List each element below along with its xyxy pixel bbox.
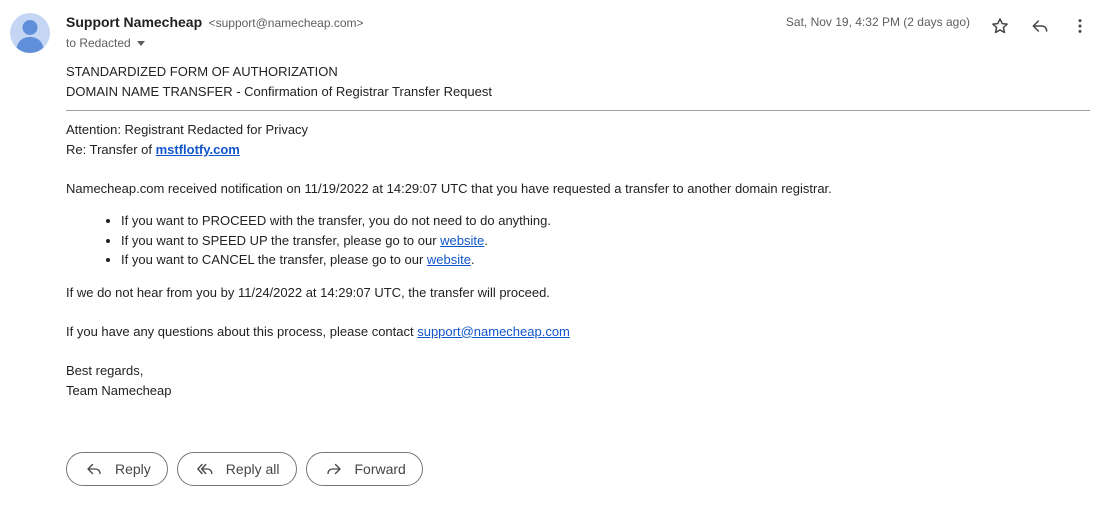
form-heading: STANDARDIZED FORM OF AUTHORIZATION bbox=[66, 64, 338, 79]
chevron-down-icon bbox=[136, 40, 145, 46]
cancel-period: . bbox=[470, 252, 475, 267]
signature-text: Team Namecheap bbox=[66, 382, 172, 398]
sender-avatar[interactable] bbox=[10, 13, 50, 53]
message-header: Support Namecheap <support@namecheap.com… bbox=[66, 14, 1118, 54]
cancel-website-link[interactable]: website bbox=[427, 252, 471, 267]
proceed-text: If you want to PROCEED with the transfer… bbox=[121, 213, 551, 228]
options-list: If you want to PROCEED with the transfer… bbox=[66, 211, 1090, 270]
star-button[interactable] bbox=[988, 14, 1012, 38]
list-item-cancel: If you want to CANCEL the transfer, plea… bbox=[121, 250, 1090, 270]
re-line: Re: Transfer of mstflotfy.com bbox=[66, 140, 1090, 160]
speed-up-period: . bbox=[484, 232, 488, 248]
sender-name[interactable]: Support Namecheap bbox=[66, 14, 202, 30]
sender-email: <support@namecheap.com> bbox=[208, 16, 364, 30]
more-vert-icon bbox=[1078, 19, 1082, 33]
deadline-text: If we do not hear from you by 11/24/2022… bbox=[66, 284, 550, 300]
recipient-label: to Redacted bbox=[66, 36, 131, 50]
message-date: Sat, Nov 19, 4:32 PM (2 days ago) bbox=[785, 15, 970, 29]
reply-button-label: Reply bbox=[115, 461, 151, 477]
reply-all-button[interactable]: Reply all bbox=[176, 452, 297, 486]
star-icon bbox=[992, 18, 1008, 34]
person-icon bbox=[16, 20, 44, 53]
reply-icon bbox=[87, 463, 101, 475]
message-body: STANDARDIZED FORM OF AUTHORIZATION DOMAI… bbox=[66, 62, 1090, 401]
reply-icon bbox=[1032, 20, 1048, 32]
reply-all-icon bbox=[196, 463, 213, 475]
divider bbox=[66, 110, 1090, 111]
more-options-button[interactable] bbox=[1068, 14, 1092, 38]
forward-button-label: Forward bbox=[354, 461, 406, 477]
questions-line: If you have any questions about this pro… bbox=[66, 322, 1090, 342]
forward-icon bbox=[326, 463, 341, 475]
forward-button[interactable]: Forward bbox=[305, 452, 423, 486]
recipient-details-toggle[interactable]: to Redacted bbox=[66, 36, 145, 50]
questions-text: If you have any questions about this pro… bbox=[66, 323, 418, 339]
speed-up-text: If you want to SPEED UP the transfer, pl… bbox=[121, 232, 441, 248]
cancel-text: If you want to CANCEL the transfer, plea… bbox=[121, 252, 427, 267]
notification-text: Namecheap.com received notification on 1… bbox=[66, 181, 832, 196]
closing-text: Best regards, bbox=[66, 362, 144, 378]
list-item-proceed: If you want to PROCEED with the transfer… bbox=[121, 211, 1090, 231]
speed-up-website-link[interactable]: website bbox=[440, 233, 484, 248]
attention-line: Attention: Registrant Redacted for Priva… bbox=[66, 122, 309, 137]
re-prefix: Re: Transfer of bbox=[66, 142, 156, 157]
form-subheading: DOMAIN NAME TRANSFER - Confirmation of R… bbox=[66, 84, 492, 99]
reply-button[interactable]: Reply bbox=[66, 452, 168, 486]
reply-all-button-label: Reply all bbox=[225, 461, 280, 477]
list-item-speed-up: If you want to SPEED UP the transfer, pl… bbox=[121, 231, 1090, 251]
support-email-link[interactable]: support@namecheap.com bbox=[417, 324, 570, 339]
domain-link[interactable]: mstflotfy.com bbox=[156, 142, 240, 157]
reply-button-header[interactable] bbox=[1028, 14, 1052, 38]
reply-actions: Reply Reply all Forward bbox=[66, 452, 423, 486]
